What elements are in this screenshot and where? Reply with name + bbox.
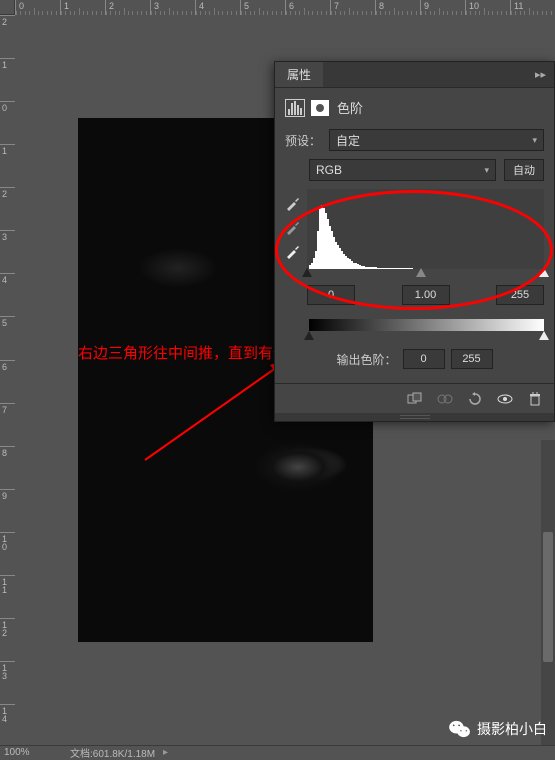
auto-button[interactable]: 自动 — [504, 159, 544, 181]
channel-row: RGB ▾ 自动 — [309, 159, 544, 181]
preset-select[interactable]: 自定 ▾ — [329, 129, 544, 151]
output-low-input[interactable]: 0 — [403, 349, 445, 369]
clip-to-layer-icon[interactable] — [406, 390, 424, 408]
preset-row: 预设： 自定 ▾ — [285, 129, 544, 151]
output-low-handle[interactable] — [304, 331, 314, 340]
watermark: 摄影柏小白 — [449, 719, 547, 739]
input-levels-slider[interactable] — [307, 269, 544, 279]
ruler-vertical: 2101234567891011121314 — [0, 15, 15, 747]
highlight-slider-handle[interactable] — [539, 268, 549, 277]
output-high-input[interactable]: 255 — [451, 349, 493, 369]
adjustment-header: 色阶 — [285, 98, 544, 117]
midtone-slider-handle[interactable] — [416, 268, 426, 277]
eyedropper-gray[interactable] — [285, 219, 301, 235]
panel-collapse-icon[interactable]: ▸▸ — [527, 68, 554, 81]
tab-properties[interactable]: 属性 — [275, 62, 323, 87]
zoom-level[interactable]: 100% — [0, 747, 58, 758]
image-content — [268, 447, 348, 482]
eyedropper-white[interactable] — [285, 243, 301, 259]
output-levels-slider[interactable] — [309, 331, 544, 341]
channel-value: RGB — [316, 163, 342, 177]
ruler-corner — [0, 0, 15, 15]
view-previous-icon[interactable] — [436, 390, 454, 408]
chevron-down-icon: ▾ — [484, 165, 489, 176]
chevron-right-icon[interactable]: ▸ — [155, 747, 176, 758]
preset-label: 预设： — [285, 132, 321, 149]
ruler-horizontal: 01234567891011 — [15, 0, 555, 15]
levels-icon — [285, 99, 305, 117]
input-levels-values: 0 1.00 255 — [307, 285, 544, 305]
output-high-handle[interactable] — [539, 331, 549, 340]
mask-icon[interactable] — [311, 100, 329, 116]
panel-tab-bar: 属性 ▸▸ — [275, 62, 554, 88]
panel-resize-handle[interactable] — [275, 413, 554, 421]
channel-select[interactable]: RGB ▾ — [309, 159, 496, 181]
doc-info[interactable]: 文档:601.8K/1.18M — [58, 745, 155, 760]
delete-icon[interactable] — [526, 390, 544, 408]
wechat-icon — [449, 720, 471, 738]
watermark-text: 摄影柏小白 — [477, 719, 547, 739]
scrollbar-thumb[interactable] — [543, 532, 553, 662]
highlight-input[interactable]: 255 — [496, 285, 544, 305]
reset-icon[interactable] — [466, 390, 484, 408]
vertical-scrollbar[interactable] — [541, 440, 555, 745]
shadow-input[interactable]: 0 — [307, 285, 355, 305]
output-gradient — [309, 319, 544, 331]
panel-footer — [275, 383, 554, 413]
preset-value: 自定 — [336, 132, 360, 149]
output-levels-row: 输出色阶： 0 255 — [285, 349, 544, 369]
adjustment-title: 色阶 — [337, 98, 363, 117]
chevron-down-icon: ▾ — [532, 135, 537, 146]
properties-panel: 属性 ▸▸ 色阶 预设： 自定 ▾ RGB ▾ 自动 — [274, 61, 555, 422]
output-label: 输出色阶： — [336, 351, 396, 368]
midtone-input[interactable]: 1.00 — [402, 285, 450, 305]
eyedropper-black[interactable] — [285, 195, 301, 211]
eyedropper-group — [285, 189, 301, 305]
shadow-slider-handle[interactable] — [302, 268, 312, 277]
visibility-icon[interactable] — [496, 390, 514, 408]
status-bar: 100% 文档:601.8K/1.18M ▸ — [0, 745, 555, 759]
histogram — [307, 189, 544, 269]
